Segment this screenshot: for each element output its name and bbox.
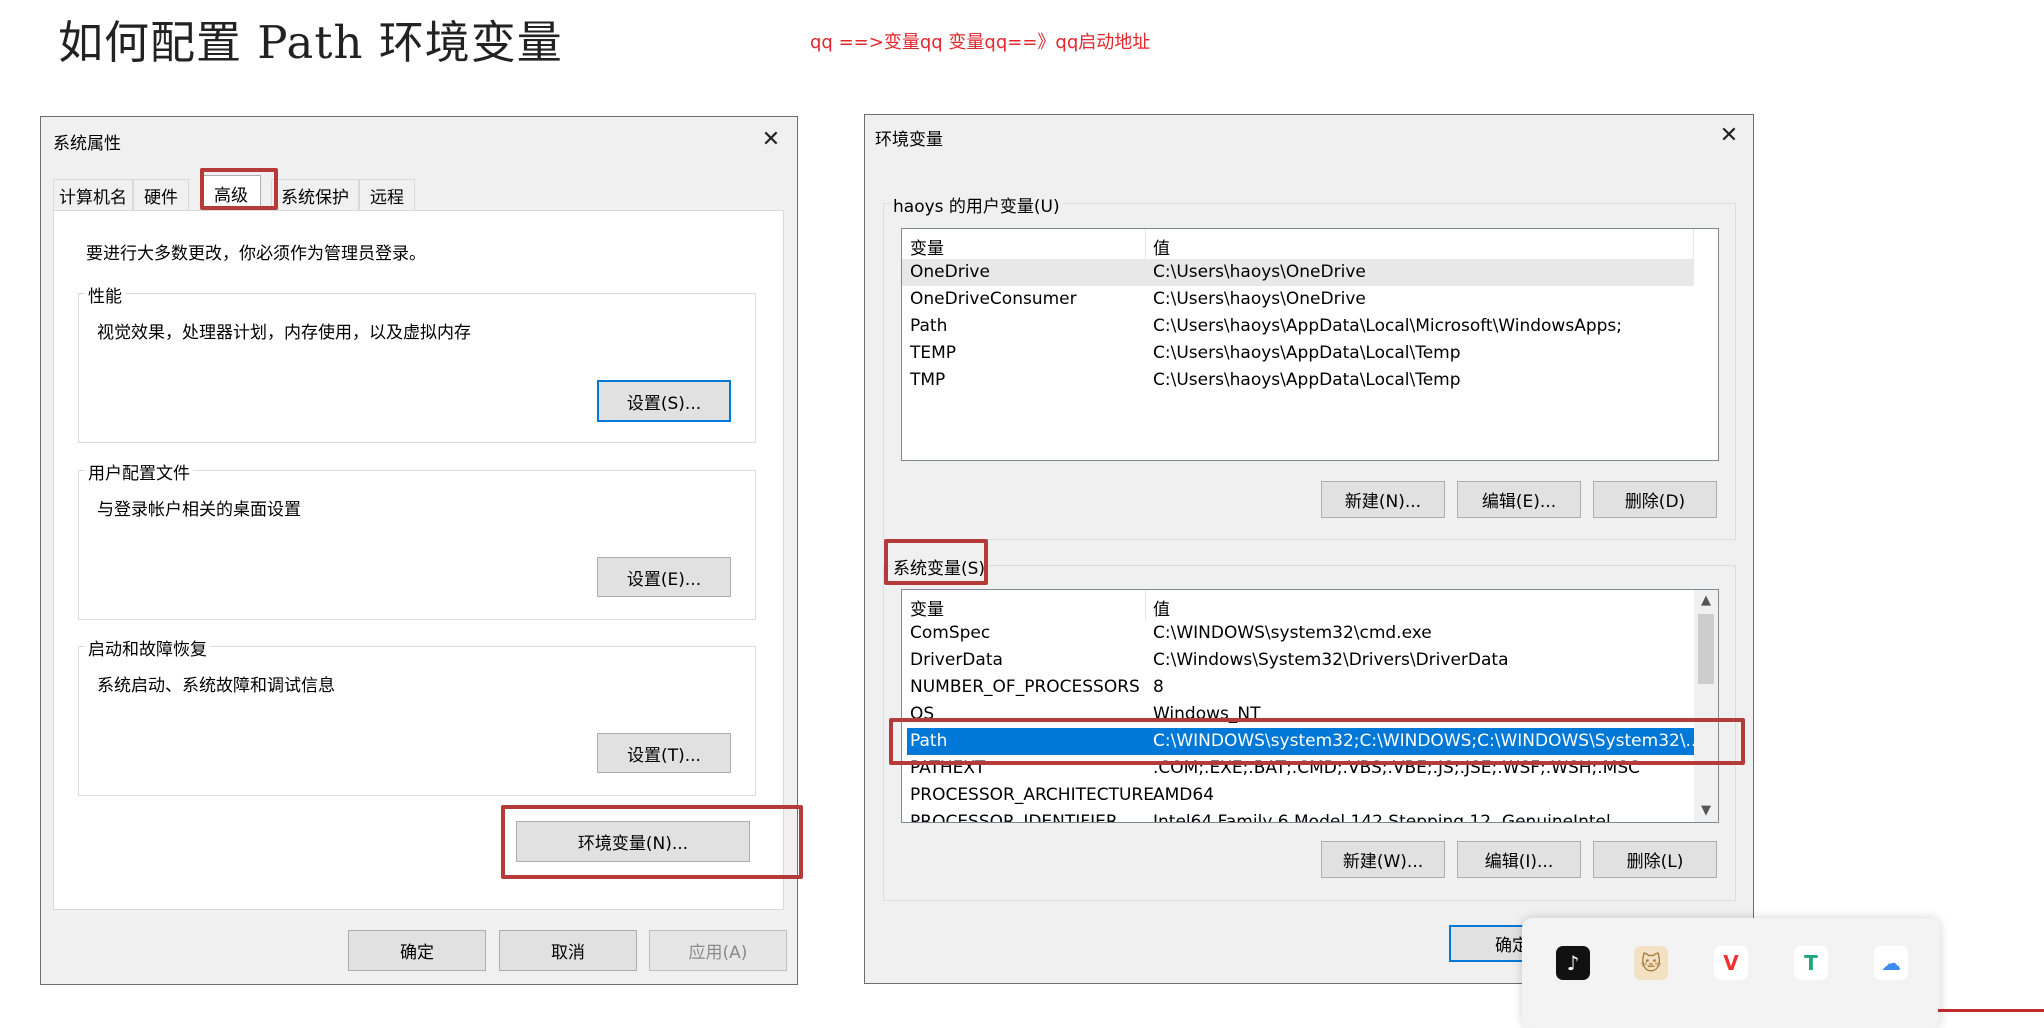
user-profiles-desc: 与登录帐户相关的桌面设置 bbox=[97, 500, 301, 520]
table-row[interactable]: TMP C:\Users\haoys\AppData\Local\Temp bbox=[902, 367, 1694, 394]
column-value[interactable]: 值 bbox=[1153, 234, 1170, 259]
scroll-up-icon[interactable]: ▲ bbox=[1694, 590, 1718, 612]
user-profiles-settings-button[interactable]: 设置(E)... bbox=[597, 557, 731, 597]
table-row[interactable]: PROCESSOR_ARCHITECTURE AMD64 bbox=[902, 782, 1694, 809]
list-header: 变量 值 bbox=[902, 229, 1694, 260]
annotation-note: qq ==>变量qq 变量qq==》qq启动地址 bbox=[810, 32, 1151, 53]
scroll-thumb[interactable] bbox=[1698, 614, 1714, 684]
column-divider bbox=[1145, 229, 1146, 259]
column-variable[interactable]: 变量 bbox=[910, 234, 944, 259]
table-row[interactable]: OneDriveConsumer C:\Users\haoys\OneDrive bbox=[902, 286, 1694, 313]
user-new-button[interactable]: 新建(N)... bbox=[1321, 481, 1445, 518]
performance-settings-button[interactable]: 设置(S)... bbox=[597, 380, 731, 422]
system-new-button[interactable]: 新建(W)... bbox=[1321, 841, 1445, 878]
system-variables-list[interactable]: 变量 值 ComSpec C:\WINDOWS\system32\cmd.exe … bbox=[901, 589, 1719, 823]
startup-recovery-label: 启动和故障恢复 bbox=[85, 635, 210, 660]
environment-variables-dialog: 环境变量 ✕ haoys 的用户变量(U) 变量 值 OneDrive C:\Us… bbox=[864, 114, 1754, 984]
table-row[interactable]: Path C:\Users\haoys\AppData\Local\Microso… bbox=[902, 313, 1694, 340]
user-variables-list[interactable]: 变量 值 OneDrive C:\Users\haoys\OneDrive One… bbox=[901, 228, 1719, 461]
user-profiles-group: 用户配置文件 与登录帐户相关的桌面设置 设置(E)... bbox=[78, 459, 756, 620]
column-divider bbox=[1145, 590, 1146, 620]
user-profiles-label: 用户配置文件 bbox=[85, 459, 193, 484]
highlight-system-variables-label bbox=[884, 539, 988, 585]
performance-label: 性能 bbox=[85, 282, 125, 307]
tencent-app-icon[interactable]: T bbox=[1794, 946, 1828, 980]
tiktok-icon[interactable]: ♪ bbox=[1556, 946, 1590, 980]
tab-computer-name[interactable]: 计算机名 bbox=[53, 179, 133, 211]
tab-system-protection[interactable]: 系统保护 bbox=[271, 179, 359, 211]
startup-recovery-group: 启动和故障恢复 系统启动、系统故障和调试信息 设置(T)... bbox=[78, 635, 756, 796]
user-edit-button[interactable]: 编辑(E)... bbox=[1457, 481, 1581, 518]
close-icon[interactable]: ✕ bbox=[1717, 123, 1741, 148]
column-value[interactable]: 值 bbox=[1153, 595, 1170, 620]
apply-button[interactable]: 应用(A) bbox=[649, 930, 787, 971]
system-edit-button[interactable]: 编辑(I)... bbox=[1457, 841, 1581, 878]
page-title: 如何配置 Path 环境变量 bbox=[58, 16, 563, 69]
table-row[interactable]: NUMBER_OF_PROCESSORS 8 bbox=[902, 674, 1694, 701]
vertical-scrollbar[interactable]: ▲ ▼ bbox=[1694, 590, 1718, 822]
dialog-title: 系统属性 bbox=[53, 134, 121, 154]
table-row[interactable]: TEMP C:\Users\haoys\AppData\Local\Temp bbox=[902, 340, 1694, 367]
taskbar-accent-line bbox=[1938, 1009, 2044, 1012]
close-icon[interactable]: ✕ bbox=[759, 127, 783, 152]
ok-button[interactable]: 确定 bbox=[348, 930, 486, 971]
table-row[interactable]: DriverData C:\Windows\System32\Drivers\Dr… bbox=[902, 647, 1694, 674]
user-variables-label: haoys 的用户变量(U) bbox=[890, 192, 1063, 217]
tab-remote[interactable]: 远程 bbox=[359, 179, 415, 211]
tab-hardware[interactable]: 硬件 bbox=[133, 179, 189, 211]
taskbar-app-popup: ♪ 🐱 V T ☁ bbox=[1522, 918, 1940, 1028]
highlight-path-row bbox=[889, 718, 1745, 765]
scroll-down-icon[interactable]: ▼ bbox=[1694, 800, 1718, 822]
highlight-advanced-tab bbox=[200, 168, 278, 210]
table-row[interactable]: OneDrive C:\Users\haoys\OneDrive bbox=[902, 259, 1694, 286]
table-row[interactable]: ComSpec C:\WINDOWS\system32\cmd.exe bbox=[902, 620, 1694, 647]
video-app-icon[interactable]: V bbox=[1714, 946, 1748, 980]
dialog-title: 环境变量 bbox=[875, 130, 943, 150]
system-properties-dialog: 系统属性 ✕ 计算机名 硬件 高级 系统保护 远程 要进行大多数更改，你必须作为… bbox=[40, 116, 803, 985]
list-header: 变量 值 bbox=[902, 590, 1694, 620]
startup-recovery-desc: 系统启动、系统故障和调试信息 bbox=[97, 676, 335, 696]
performance-desc: 视觉效果，处理器计划，内存使用，以及虚拟内存 bbox=[97, 323, 471, 343]
cancel-button[interactable]: 取消 bbox=[499, 930, 637, 971]
cat-app-icon[interactable]: 🐱 bbox=[1634, 946, 1668, 980]
table-row[interactable]: PROCESSOR_IDENTIFIER Intel64 Family 6 Mod… bbox=[902, 809, 1694, 822]
system-delete-button[interactable]: 删除(L) bbox=[1593, 841, 1717, 878]
startup-recovery-settings-button[interactable]: 设置(T)... bbox=[597, 733, 731, 773]
performance-group: 性能 视觉效果，处理器计划，内存使用，以及虚拟内存 设置(S)... bbox=[78, 282, 756, 443]
cloud-app-icon[interactable]: ☁ bbox=[1874, 946, 1908, 980]
admin-note: 要进行大多数更改，你必须作为管理员登录。 bbox=[86, 244, 426, 264]
highlight-env-button bbox=[501, 805, 803, 879]
column-divider bbox=[1693, 229, 1694, 259]
column-variable[interactable]: 变量 bbox=[910, 595, 944, 620]
user-delete-button[interactable]: 删除(D) bbox=[1593, 481, 1717, 518]
